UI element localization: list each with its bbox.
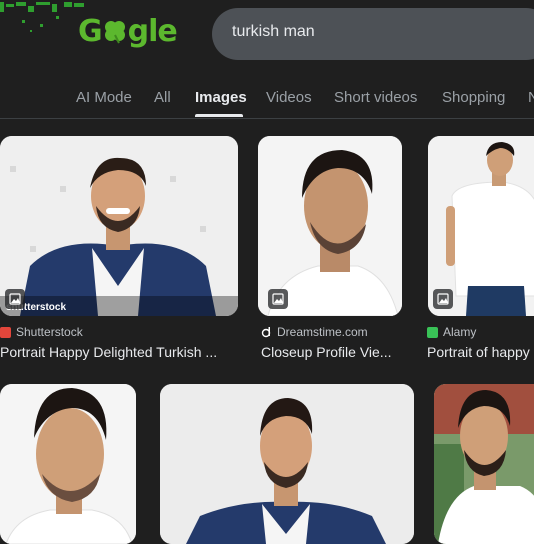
logo-text: G [78,14,103,49]
source-name: Alamy [443,325,477,339]
tab-images[interactable]: Images [195,89,247,106]
tab-shopping[interactable]: Shopping [442,89,505,106]
portrait-image [0,384,136,544]
tab-all[interactable]: All [154,89,171,106]
image-badge-icon [268,289,288,309]
result-source-2[interactable]: Dreamstime.com [261,325,368,339]
portrait-image: shutterstock [0,136,238,316]
tab-short-videos[interactable]: Short videos [334,89,417,106]
tabs-divider [0,118,534,119]
source-name: Dreamstime.com [277,325,368,339]
result-image-1[interactable]: shutterstock [0,136,238,316]
search-input[interactable]: turkish man [232,23,315,41]
tab-more[interactable]: N [528,89,534,106]
search-tabs: AI Mode All Images Videos Short videos S… [0,86,534,118]
dreamstime-favicon-icon [261,326,271,337]
image-badge-icon [5,289,25,309]
source-name: Shutterstock [16,325,83,339]
result-image-4[interactable] [0,384,136,544]
clover-icon [104,21,125,44]
portrait-image [160,384,414,544]
result-source-1[interactable]: Shutterstock [0,325,83,339]
result-source-3[interactable]: Alamy [427,325,476,339]
result-title-1[interactable]: Portrait Happy Delighted Turkish ... [0,344,236,360]
active-tab-indicator [195,114,243,117]
logo-text-tail: gle [127,14,178,49]
portrait-image [434,384,534,544]
result-title-3[interactable]: Portrait of happy [427,344,534,360]
result-image-3[interactable] [428,136,534,316]
tab-ai-mode[interactable]: AI Mode [76,89,132,106]
result-image-6[interactable] [434,384,534,544]
result-image-2[interactable] [258,136,402,316]
result-title-2[interactable]: Closeup Profile Vie... [261,344,403,360]
search-bar[interactable]: turkish man [212,8,534,60]
tab-videos[interactable]: Videos [266,89,312,106]
image-badge-icon [433,289,453,309]
alamy-favicon-icon [427,326,438,338]
shutterstock-favicon-icon [0,326,11,338]
google-logo[interactable]: G gle [78,14,178,49]
result-image-5[interactable] [160,384,414,544]
